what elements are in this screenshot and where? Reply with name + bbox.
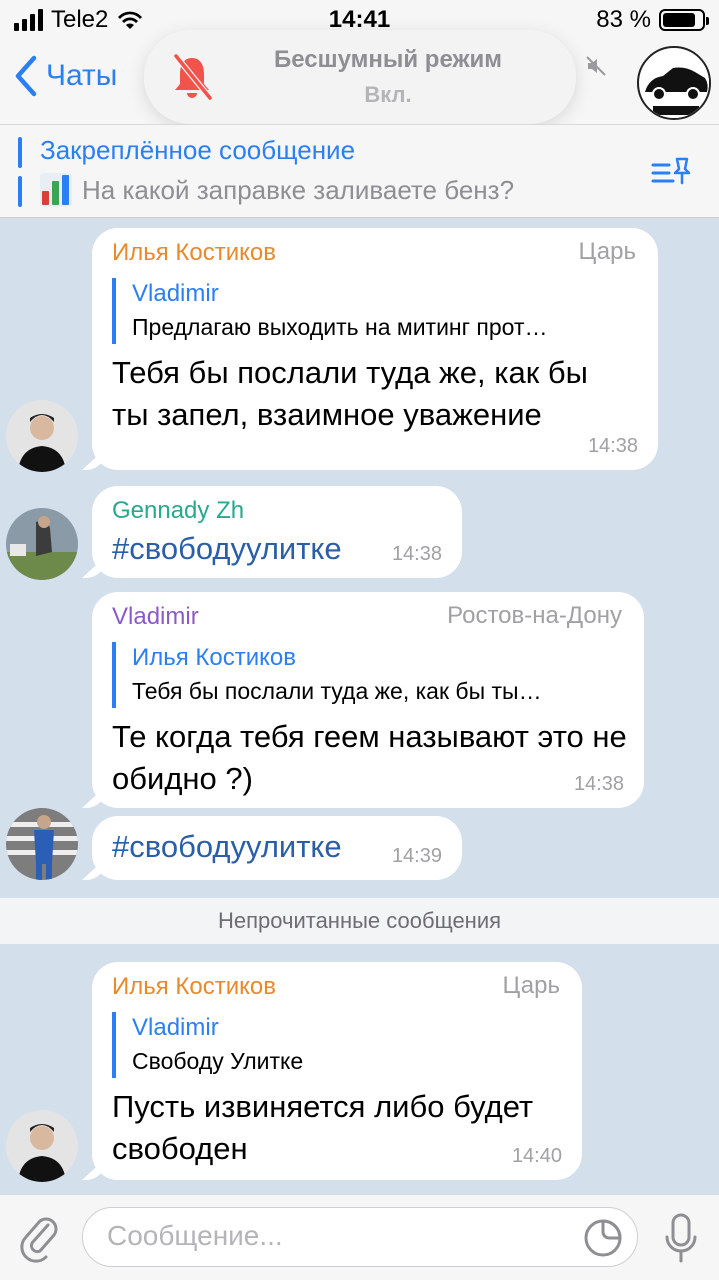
sender-role: Царь bbox=[578, 238, 636, 265]
message-time: 14:38 bbox=[391, 543, 442, 565]
reply-text: Свободу Улитке bbox=[132, 1048, 304, 1074]
chevron-left-icon bbox=[15, 55, 37, 97]
sender-name: Gennady Zh bbox=[112, 497, 245, 524]
unread-divider: Непрочитанные сообщения bbox=[0, 898, 719, 944]
sender-name: Илья Костиков bbox=[112, 973, 277, 1000]
silent-mode-toast: Бесшумный режим Вкл. bbox=[144, 30, 576, 124]
back-label: Чаты bbox=[46, 59, 118, 92]
reply-text: Предлагаю выходить на митинг прот… bbox=[132, 314, 548, 340]
message-text: Пусть извиняется либо будет свободен bbox=[112, 1089, 534, 1166]
message-time: 14:40 bbox=[511, 1145, 562, 1167]
poll-icon bbox=[40, 173, 72, 207]
message-bubble[interactable]: Илья Костиков Царь Vladimir Предлагаю вы… bbox=[92, 228, 658, 470]
pinned-title: Закреплённое сообщение bbox=[40, 135, 356, 165]
battery-icon bbox=[659, 9, 709, 31]
bell-slash-icon bbox=[173, 54, 213, 100]
microphone-icon[interactable] bbox=[663, 1211, 699, 1265]
reply-preview[interactable]: Vladimir Предлагаю выходить на митинг пр… bbox=[112, 278, 638, 344]
message-input[interactable] bbox=[107, 1220, 567, 1252]
avatar[interactable] bbox=[6, 508, 78, 580]
avatar[interactable] bbox=[6, 400, 78, 472]
back-button[interactable]: Чаты bbox=[12, 54, 117, 98]
reply-name: Vladimir bbox=[132, 1014, 219, 1041]
reply-name: Vladimir bbox=[132, 280, 219, 307]
avatar[interactable] bbox=[6, 1110, 78, 1182]
car-logo-icon bbox=[640, 49, 709, 118]
sender-role: Царь bbox=[502, 972, 560, 999]
reply-preview[interactable]: Vladimir Свободу Улитке bbox=[112, 1012, 562, 1078]
message-bubble[interactable]: Илья Костиков Царь Vladimir Свободу Улит… bbox=[92, 962, 582, 1180]
reply-name: Илья Костиков bbox=[132, 644, 297, 671]
message-time: 14:38 bbox=[587, 435, 638, 457]
pinned-text: На какой заправке заливаете бенз? bbox=[82, 174, 515, 205]
message-bubble[interactable]: Vladimir Ростов-на-Дону Илья Костиков Те… bbox=[92, 592, 644, 808]
message-bubble[interactable]: Gennady Zh #свободуулитке 14:38 bbox=[92, 486, 462, 578]
message-list[interactable]: Илья Костиков Царь Vladimir Предлагаю вы… bbox=[0, 218, 719, 1194]
sender-name: Илья Костиков bbox=[112, 239, 277, 266]
message-field[interactable] bbox=[82, 1207, 638, 1267]
toast-title: Бесшумный режим bbox=[273, 46, 503, 73]
toast-subtitle: Вкл. bbox=[364, 82, 412, 107]
reply-preview[interactable]: Илья Костиков Тебя бы послали туда же, к… bbox=[112, 642, 624, 708]
battery: 83 % bbox=[596, 6, 709, 34]
paperclip-icon[interactable] bbox=[18, 1213, 62, 1263]
battery-percent: 83 % bbox=[596, 6, 651, 33]
composer-bar bbox=[0, 1194, 719, 1280]
pinned-indicator bbox=[18, 137, 22, 207]
reply-text: Тебя бы послали туда же, как бы ты… bbox=[132, 678, 542, 704]
message-time: 14:39 bbox=[391, 845, 442, 867]
pinned-text-row: На какой заправке заливаете бенз? bbox=[40, 173, 514, 207]
chat-avatar[interactable] bbox=[637, 46, 711, 120]
sticker-icon[interactable] bbox=[583, 1218, 623, 1258]
pinned-message[interactable]: Закреплённое сообщение На какой заправке… bbox=[0, 124, 719, 218]
message-text: Те когда тебя геем называют это не обидн… bbox=[112, 719, 627, 796]
pinned-list-icon[interactable] bbox=[651, 155, 691, 189]
message-time: 14:38 bbox=[573, 773, 624, 795]
message-text: Тебя бы послали туда же, как бы ты запел… bbox=[112, 355, 588, 432]
message-bubble[interactable]: #свободуулитке 14:39 bbox=[92, 816, 462, 880]
muted-icon bbox=[586, 56, 606, 76]
avatar[interactable] bbox=[6, 808, 78, 880]
sender-role: Ростов-на-Дону bbox=[447, 602, 622, 629]
